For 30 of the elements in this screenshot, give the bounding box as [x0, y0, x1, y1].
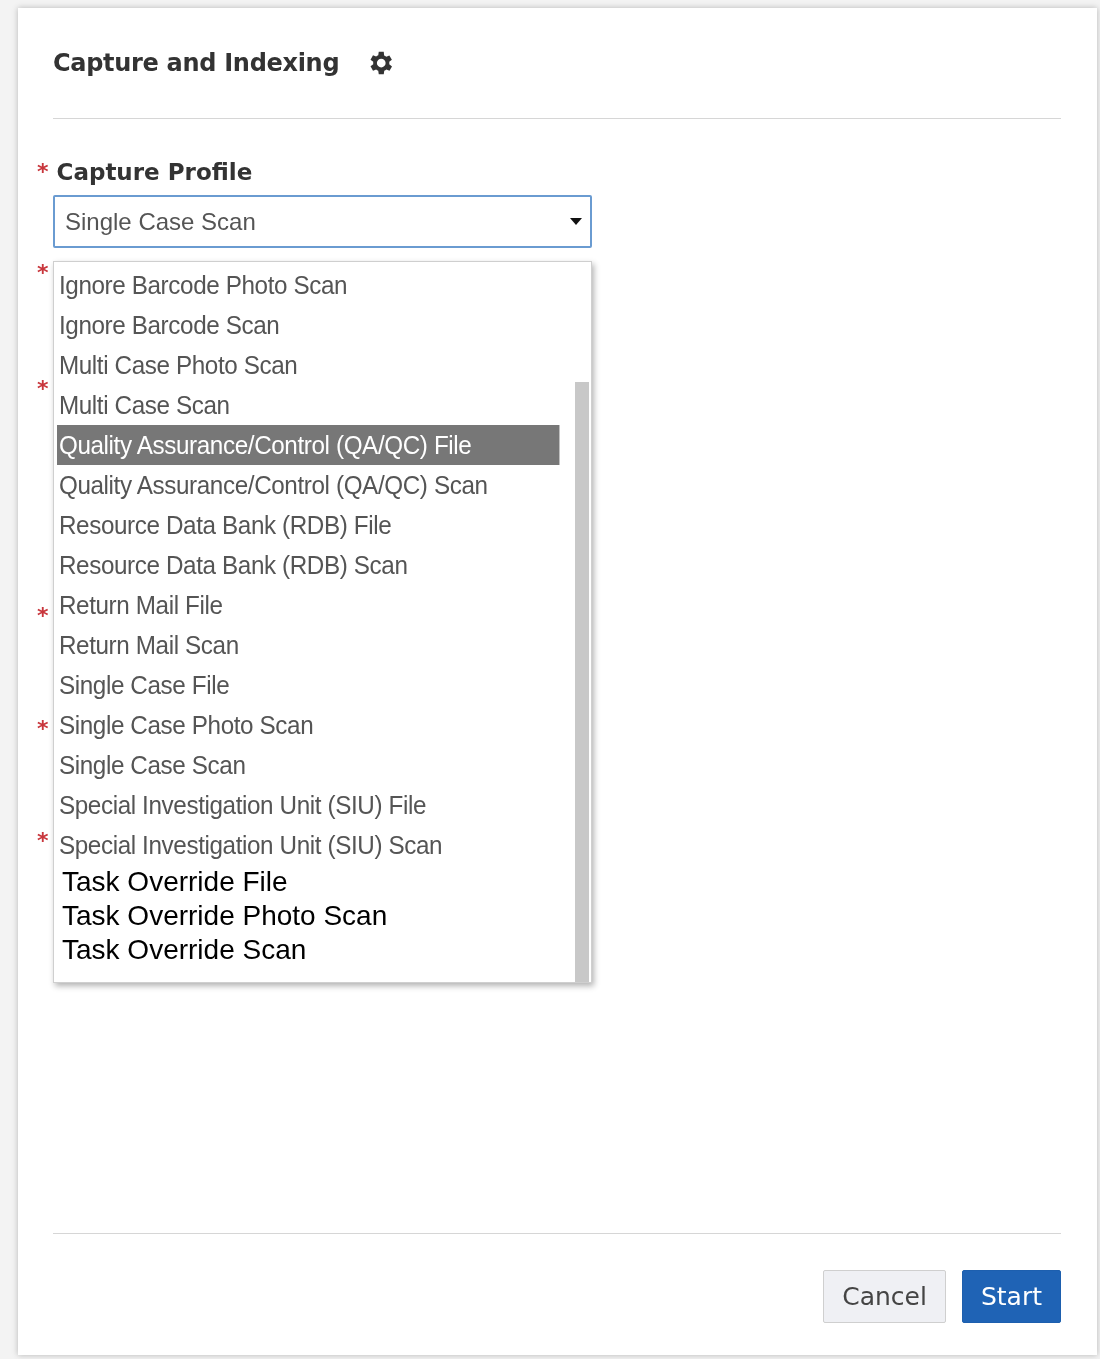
dropdown-option[interactable]: Single Case Scan [57, 745, 560, 785]
cancel-button[interactable]: Cancel [823, 1270, 946, 1323]
dropdown-option[interactable]: Resource Data Bank (RDB) File [57, 505, 560, 545]
dropdown-option[interactable]: Resource Data Bank (RDB) Scan [57, 545, 560, 585]
dropdown-option[interactable]: Quality Assurance/Control (QA/QC) File [57, 425, 560, 465]
dropdown-option[interactable]: Ignore Barcode Photo Scan [57, 265, 560, 305]
required-mark: * [37, 603, 49, 628]
dropdown-option[interactable]: Special Investigation Unit (SIU) File [57, 785, 560, 825]
dropdown-option[interactable]: Task Override Photo Scan [57, 899, 575, 933]
dropdown-option[interactable]: Single Case Photo Scan [57, 705, 560, 745]
dropdown-option[interactable]: Task Override Scan [57, 933, 575, 967]
dropdown-option[interactable]: Multi Case Photo Scan [57, 345, 560, 385]
dropdown-option[interactable]: Quality Assurance/Control (QA/QC) Scan [57, 465, 560, 505]
dropdown-option[interactable]: Return Mail File [57, 585, 560, 625]
dropdown-option[interactable]: Special Investigation Unit (SIU) Scan [57, 825, 560, 865]
dropdown-option[interactable]: Ignore Barcode Scan [57, 305, 560, 345]
required-mark: * [37, 716, 49, 741]
profile-select[interactable]: Single Case Scan [53, 195, 592, 248]
required-mark: * [37, 376, 49, 401]
dropdown-option[interactable]: Return Mail Scan [57, 625, 560, 665]
start-button[interactable]: Start [961, 1270, 1061, 1323]
dropdown-option[interactable]: Multi Case Scan [57, 385, 560, 425]
required-mark: * [37, 260, 49, 285]
dropdown-option[interactable]: Single Case File [57, 665, 560, 705]
required-mark: * [37, 828, 49, 853]
dialog-title: Capture and Indexing [53, 49, 340, 77]
required-mark: * [37, 159, 49, 185]
field-label: Capture Profile [56, 159, 253, 185]
dropdown-option[interactable]: Task Override File [57, 865, 575, 899]
caret-icon [570, 218, 582, 225]
